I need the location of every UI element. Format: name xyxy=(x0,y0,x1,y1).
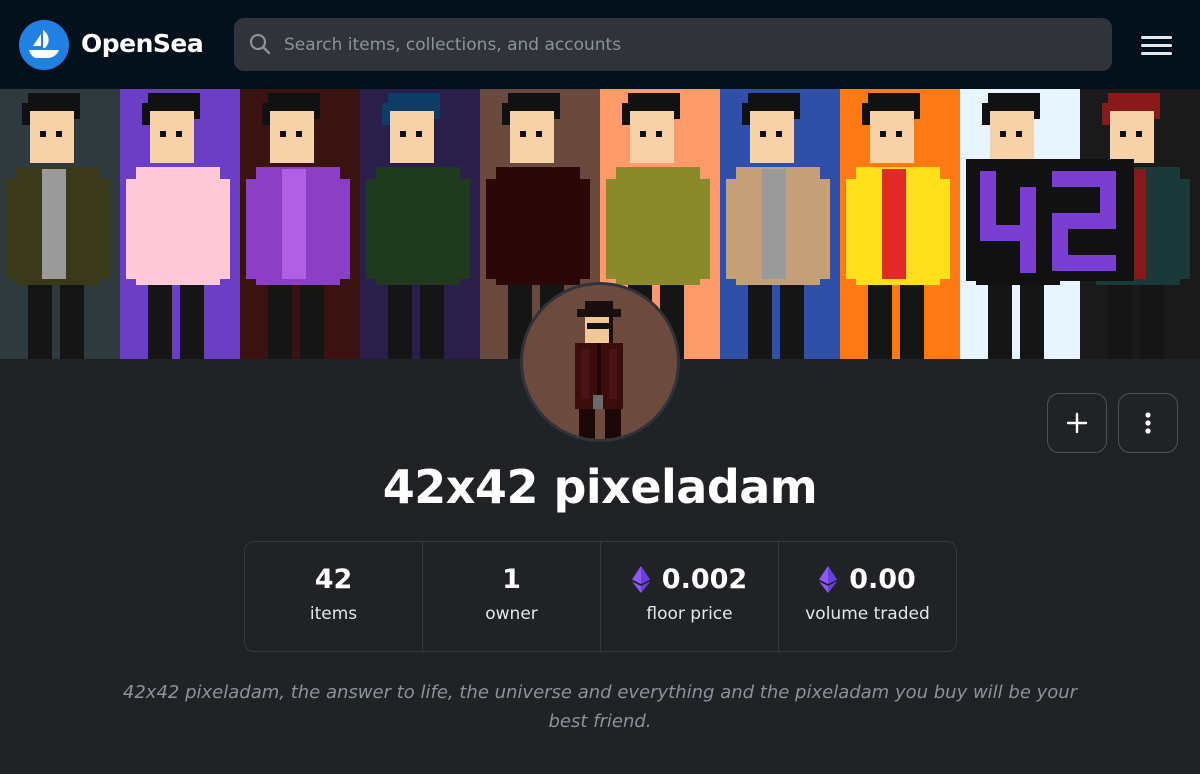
collection-stats: 42 items 1 owner 0.002 floor price 0.00 xyxy=(244,541,957,652)
top-navigation-bar: OpenSea xyxy=(0,0,1200,89)
stat-label: items xyxy=(309,604,358,624)
stat-value: 42 xyxy=(314,564,353,595)
stat-label: floor price xyxy=(646,604,733,624)
banner-panel xyxy=(720,89,840,359)
stat-label: owner xyxy=(485,604,538,624)
ethereum-icon xyxy=(819,566,838,593)
search-bar[interactable] xyxy=(234,18,1112,71)
banner-panel xyxy=(240,89,360,359)
stat-owners[interactable]: 1 owner xyxy=(423,542,601,651)
more-options-button[interactable] xyxy=(1118,393,1178,453)
more-vertical-icon xyxy=(1145,412,1151,434)
ethereum-icon xyxy=(631,566,650,593)
search-input[interactable] xyxy=(284,18,1084,71)
collection-avatar[interactable] xyxy=(520,282,680,442)
banner-42-sign xyxy=(966,159,1134,281)
banner-panel xyxy=(0,89,120,359)
banner-panel xyxy=(120,89,240,359)
stat-value: 0.00 xyxy=(849,564,916,595)
plus-icon xyxy=(1066,412,1088,434)
stat-value: 1 xyxy=(502,564,521,595)
sailboat-logo-icon[interactable] xyxy=(19,20,69,70)
collection-title: 42x42 pixeladam xyxy=(382,460,818,514)
stat-label: volume traded xyxy=(805,604,930,624)
add-button[interactable] xyxy=(1047,393,1107,453)
stat-floor-price[interactable]: 0.002 floor price xyxy=(601,542,779,651)
stat-items[interactable]: 42 items xyxy=(245,542,423,651)
brand-name[interactable]: OpenSea xyxy=(81,29,204,58)
collection-description: 42x42 pixeladam, the answer to life, the… xyxy=(122,682,1078,732)
hamburger-menu-icon[interactable] xyxy=(1136,30,1178,60)
stat-value: 0.002 xyxy=(661,564,748,595)
search-icon xyxy=(249,33,271,55)
banner-panel xyxy=(360,89,480,359)
stat-volume-traded[interactable]: 0.00 volume traded xyxy=(779,542,956,651)
banner-panel xyxy=(840,89,960,359)
